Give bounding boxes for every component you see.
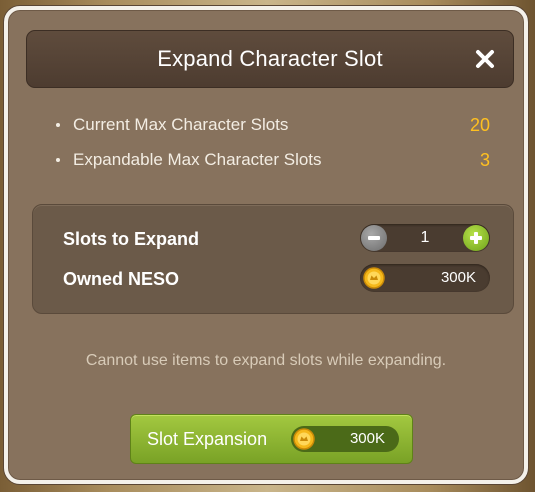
info-row-expandable-max: Expandable Max Character Slots 3	[56, 149, 490, 171]
info-value: 3	[479, 150, 490, 170]
dialog-title: Expand Character Slot	[157, 46, 383, 71]
slot-expansion-button[interactable]: Slot Expansion 300K	[130, 414, 413, 464]
info-value: 20	[469, 115, 490, 135]
neso-coin-icon	[363, 267, 385, 289]
close-icon	[476, 50, 494, 68]
bullet-icon	[56, 123, 60, 127]
close-button[interactable]	[471, 45, 499, 73]
increase-button[interactable]	[463, 225, 489, 251]
dialog-titlebar: Expand Character Slot	[26, 30, 514, 88]
info-row-current-max: Current Max Character Slots 20	[56, 114, 490, 136]
bullet-icon	[56, 158, 60, 162]
owned-neso-label: Owned NESO	[63, 269, 180, 289]
expand-slot-dialog: Expand Character Slot Current Max Charac…	[4, 6, 528, 484]
slots-to-expand-label: Slots to Expand	[63, 229, 200, 249]
info-label: Current Max Character Slots	[73, 115, 289, 134]
plus-icon	[474, 232, 478, 244]
owned-neso-value: 300K	[440, 269, 476, 286]
notice-text: Cannot use items to expand slots while e…	[85, 352, 447, 369]
owned-neso-display: 300K	[360, 264, 490, 292]
expansion-cost-value: 300K	[349, 430, 385, 447]
expansion-cost: 300K	[291, 426, 399, 452]
neso-coin-icon	[293, 428, 315, 450]
info-label: Expandable Max Character Slots	[73, 150, 322, 169]
expand-panel: Slots to Expand 1 Owned NESO 300K	[32, 204, 514, 314]
quantity-stepper: 1	[360, 224, 490, 252]
slot-expansion-label: Slot Expansion	[147, 429, 268, 449]
